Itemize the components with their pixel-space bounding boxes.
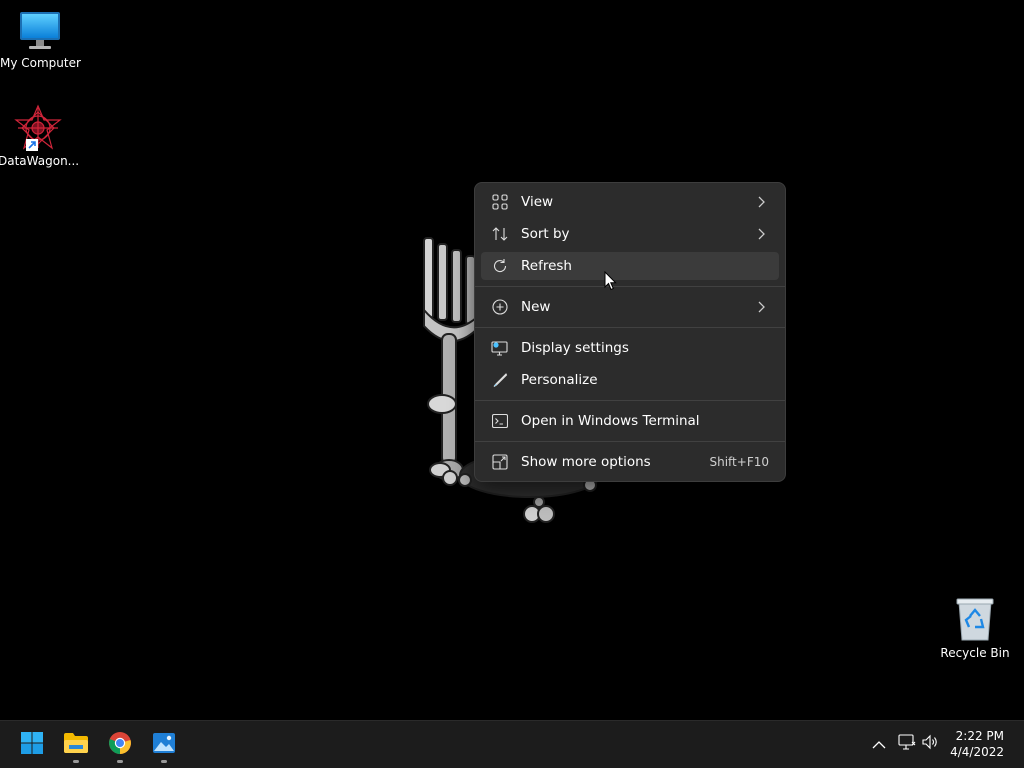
sort-icon: [489, 223, 511, 245]
taskbar-start-button[interactable]: [14, 727, 50, 763]
folder-icon: [63, 732, 89, 758]
menu-item-personalize[interactable]: Personalize: [481, 366, 779, 394]
desktop-context-menu: View Sort by Refresh New Display setting…: [474, 182, 786, 482]
refresh-icon: [489, 255, 511, 277]
photos-icon: [152, 732, 176, 758]
taskbar-clock[interactable]: 2:22 PM 4/4/2022: [950, 728, 1004, 760]
desktop-icon-recycle-bin[interactable]: Recycle Bin: [935, 596, 1015, 660]
monitor-icon: [0, 8, 80, 54]
running-indicator: [73, 760, 79, 763]
menu-item-show-more-options[interactable]: Show more options Shift+F10: [481, 448, 779, 476]
menu-item-new[interactable]: New: [481, 293, 779, 321]
mouse-cursor-icon: [604, 270, 618, 295]
taskbar: 2:22 PM 4/4/2022: [0, 720, 1024, 768]
menu-item-label: Personalize: [521, 372, 598, 388]
datawagon-icon: [14, 104, 62, 152]
windows-start-icon: [20, 731, 44, 759]
chrome-icon: [108, 731, 132, 759]
menu-separator: [475, 441, 785, 442]
menu-item-shortcut: Shift+F10: [709, 455, 769, 469]
recycle-bin-icon: [935, 596, 1015, 644]
menu-item-label: Refresh: [521, 258, 572, 274]
menu-item-view[interactable]: View: [481, 188, 779, 216]
menu-item-label: Display settings: [521, 340, 629, 356]
clock-time: 2:22 PM: [955, 729, 1004, 743]
running-indicator: [161, 760, 167, 763]
chevron-up-icon: [872, 735, 886, 754]
desktop-icon-label: DataWagon...: [0, 154, 80, 168]
menu-item-label: New: [521, 299, 551, 315]
menu-item-open-terminal[interactable]: Open in Windows Terminal: [481, 407, 779, 435]
desktop-icon-label: Recycle Bin: [940, 646, 1010, 660]
network-icon: [898, 734, 916, 754]
menu-item-refresh[interactable]: Refresh: [481, 252, 779, 280]
menu-separator: [475, 327, 785, 328]
more-options-icon: [489, 451, 511, 473]
menu-item-label: View: [521, 194, 554, 210]
menu-item-display-settings[interactable]: Display settings: [481, 334, 779, 362]
desktop-icon-my-computer[interactable]: My Computer: [0, 8, 81, 70]
view-grid-icon: [489, 191, 511, 213]
taskbar-chrome-button[interactable]: [102, 727, 138, 763]
desktop-icon-datawagon[interactable]: DataWagon...: [0, 104, 80, 168]
menu-item-label: Show more options: [521, 454, 651, 470]
running-indicator: [117, 760, 123, 763]
terminal-icon: [489, 410, 511, 432]
chevron-right-icon: [757, 301, 765, 313]
taskbar-photos-button[interactable]: [146, 727, 182, 763]
tray-volume-button[interactable]: [920, 733, 942, 755]
chevron-right-icon: [757, 196, 765, 208]
new-plus-icon: [489, 296, 511, 318]
menu-item-label: Sort by: [521, 226, 570, 242]
pen-icon: [489, 369, 511, 391]
desktop-icon-label: My Computer: [0, 56, 81, 70]
tray-overflow-button[interactable]: [868, 733, 890, 755]
display-settings-icon: [489, 337, 511, 359]
menu-item-label: Open in Windows Terminal: [521, 413, 700, 429]
taskbar-file-explorer-button[interactable]: [58, 727, 94, 763]
tray-network-button[interactable]: [896, 733, 918, 755]
menu-item-sort-by[interactable]: Sort by: [481, 220, 779, 248]
volume-icon: [922, 734, 940, 754]
clock-date: 4/4/2022: [950, 745, 1004, 759]
chevron-right-icon: [757, 228, 765, 240]
menu-separator: [475, 400, 785, 401]
menu-separator: [475, 286, 785, 287]
